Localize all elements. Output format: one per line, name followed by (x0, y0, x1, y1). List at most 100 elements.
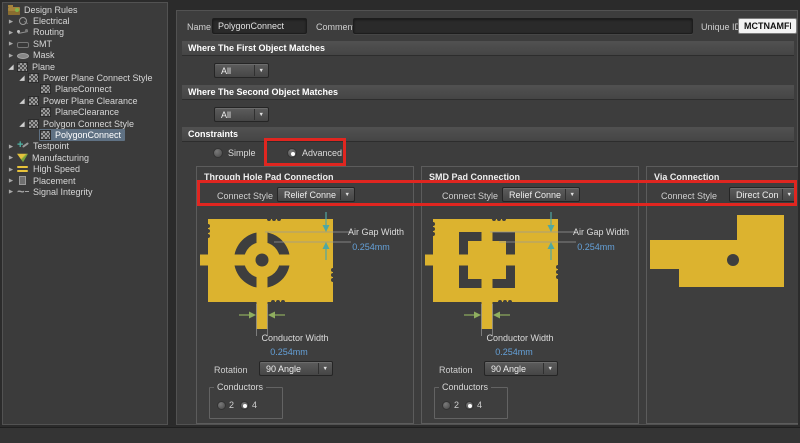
unique-id-input[interactable] (738, 18, 797, 34)
comment-input[interactable] (353, 18, 693, 34)
tree-item-power-plane-clearance[interactable]: Power Plane Clearance (3, 95, 167, 106)
tree-item-polygon-connect-style[interactable]: Polygon Connect Style (3, 118, 167, 129)
radio-selected-icon[interactable] (287, 148, 297, 158)
collapse-arrow-icon[interactable] (6, 185, 16, 198)
card-title: SMD Pad Connection (429, 172, 520, 182)
expand-arrow-icon[interactable] (17, 95, 27, 107)
tree-item-routing[interactable]: Routing (3, 27, 167, 38)
connect-style-label: Connect Style (217, 191, 273, 201)
tree-item-label: Manufacturing (32, 153, 89, 163)
tree-item-polygonconnect-selected[interactable]: PolygonConnect (3, 129, 167, 140)
tree-item-label: Polygon Connect Style (43, 119, 134, 129)
tree-item-label: Routing (33, 27, 64, 37)
conductor-width-value: 0.254mm (495, 347, 533, 357)
expand-arrow-icon[interactable] (17, 118, 27, 130)
chevron-down-icon (543, 363, 555, 374)
tree-item-planeconnect[interactable]: PlaneConnect (3, 84, 167, 95)
comment-label: Comment (316, 22, 355, 32)
radio-selected-icon[interactable] (240, 401, 249, 410)
mask-icon (17, 53, 29, 59)
expand-arrow-icon[interactable] (6, 61, 16, 73)
rule-icon (28, 73, 39, 83)
tree-item-high-speed[interactable]: High Speed (3, 163, 167, 174)
high-speed-icon (17, 164, 29, 174)
name-input[interactable] (212, 18, 307, 34)
rule-icon (28, 96, 39, 106)
tree-item-label: Mask (33, 50, 55, 60)
conductors-4-radio[interactable]: 4 (465, 400, 482, 410)
rule-editor-panel: Name Comment Unique ID Where The First O… (176, 10, 798, 425)
air-gap-width-value: 0.254mm (577, 242, 615, 252)
tree-item-testpoint[interactable]: Testpoint (3, 141, 167, 152)
signal-integrity-icon (17, 187, 29, 197)
tree-item-label: Power Plane Connect Style (43, 73, 153, 83)
tree-item-label: SMT (33, 39, 52, 49)
tree-item-label: PlaneConnect (55, 84, 112, 94)
design-rules-tree: Design Rules Electrical Routing SMT Mask… (3, 3, 167, 198)
second-object-matches-header: Where The Second Object Matches (182, 85, 794, 100)
tree-item-mask[interactable]: Mask (3, 50, 167, 61)
air-gap-width-value: 0.254mm (352, 242, 390, 252)
air-gap-width-label: Air Gap Width (348, 227, 404, 237)
manufacturing-icon (17, 153, 28, 163)
tree-item-power-plane-connect-style[interactable]: Power Plane Connect Style (3, 72, 167, 83)
smd-relief-diagram: Air Gap Width 0.254mm Conductor Width 0.… (424, 212, 637, 360)
tree-item-placement[interactable]: Placement (3, 175, 167, 186)
tree-item-label: PlaneClearance (55, 107, 119, 117)
rotation-dropdown[interactable]: 90 Angle (484, 361, 558, 376)
conductors-label: Conductors (439, 382, 491, 392)
connect-style-label: Connect Style (661, 191, 717, 201)
electrical-icon (17, 16, 29, 26)
chevron-down-icon (318, 363, 330, 374)
conductors-2-radio[interactable]: 2 (217, 400, 234, 410)
tree-item-planeclearance[interactable]: PlaneClearance (3, 107, 167, 118)
tree-item-manufacturing[interactable]: Manufacturing (3, 152, 167, 163)
tree-item-label: Placement (33, 176, 76, 186)
connect-style-label: Connect Style (442, 191, 498, 201)
tree-item-plane[interactable]: Plane (3, 61, 167, 72)
connect-style-dropdown[interactable]: Relief Connect (277, 187, 355, 202)
via-connection-card: Via Connection Connect Style Direct Conn… (646, 166, 798, 424)
tree-item-label: PolygonConnect (55, 130, 121, 140)
connect-style-dropdown[interactable]: Relief Connect (502, 187, 580, 202)
rule-icon (40, 107, 51, 117)
chevron-down-icon (340, 189, 352, 200)
tree-item-label: Design Rules (24, 5, 78, 15)
conductors-groupbox: Conductors 2 4 (209, 387, 283, 419)
first-object-scope-dropdown[interactable]: All (214, 63, 269, 78)
expand-arrow-icon[interactable] (17, 72, 27, 84)
tree-item-label: Plane (32, 62, 55, 72)
chevron-down-icon (254, 109, 266, 120)
air-gap-width-label: Air Gap Width (573, 227, 629, 237)
simple-mode-radio[interactable]: Simple (213, 148, 256, 158)
radio-icon[interactable] (217, 401, 226, 410)
connect-style-dropdown[interactable]: Direct Connect (729, 187, 797, 202)
design-rules-tree-panel: Design Rules Electrical Routing SMT Mask… (2, 2, 168, 425)
rotation-dropdown[interactable]: 90 Angle (259, 361, 333, 376)
rule-icon (28, 119, 39, 129)
rotation-label: Rotation (214, 365, 248, 375)
conductor-width-value: 0.254mm (270, 347, 308, 357)
smt-icon (17, 42, 29, 48)
radio-icon[interactable] (442, 401, 451, 410)
conductors-4-radio[interactable]: 4 (240, 400, 257, 410)
radio-selected-icon[interactable] (465, 401, 474, 410)
radio-icon[interactable] (213, 148, 223, 158)
routing-icon (17, 27, 29, 37)
design-rules-dialog: Design Rules Electrical Routing SMT Mask… (0, 0, 800, 443)
rotation-label: Rotation (439, 365, 473, 375)
plane-icon (17, 62, 28, 72)
via-direct-connect-diagram (647, 212, 799, 332)
tree-item-label: Testpoint (33, 141, 69, 151)
card-title: Through Hole Pad Connection (204, 172, 334, 182)
conductors-2-radio[interactable]: 2 (442, 400, 459, 410)
tree-item-smt[interactable]: SMT (3, 38, 167, 49)
unique-id-label: Unique ID (701, 22, 741, 32)
tree-item-design-rules[interactable]: Design Rules (3, 4, 167, 15)
advanced-mode-radio[interactable]: Advanced (287, 148, 342, 158)
second-object-scope-dropdown[interactable]: All (214, 107, 269, 122)
tree-item-signal-integrity[interactable]: Signal Integrity (3, 186, 167, 197)
smd-pad (468, 241, 506, 279)
name-label: Name (187, 22, 211, 32)
tree-item-electrical[interactable]: Electrical (3, 15, 167, 26)
